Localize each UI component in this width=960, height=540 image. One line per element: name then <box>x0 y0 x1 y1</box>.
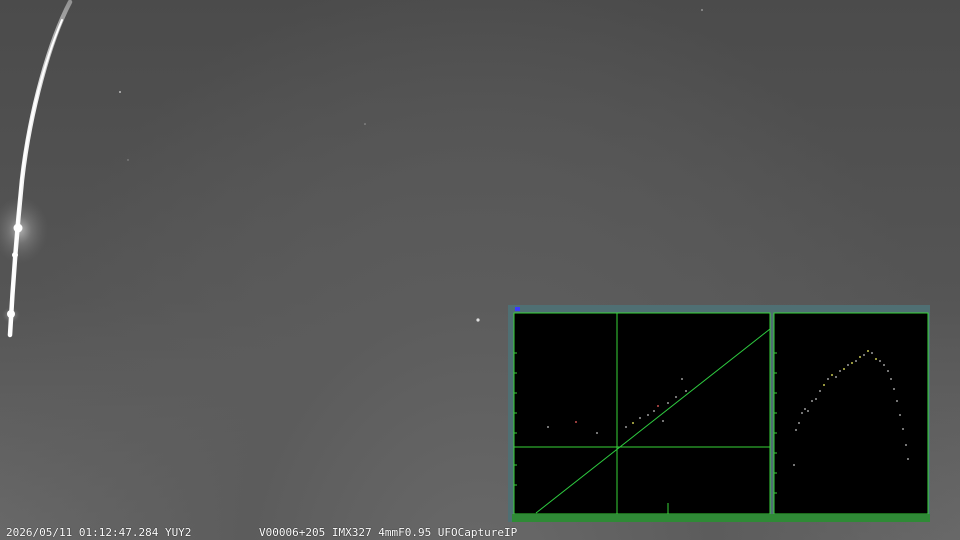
camera-info: V00006+205 IMX327 4mmF0.95 UFOCaptureIP <box>259 526 518 539</box>
meteor-trail <box>7 0 73 338</box>
star <box>476 318 480 322</box>
panel-marker <box>515 307 520 311</box>
panel-bottom-strip <box>512 514 930 522</box>
trajectory-plot-box <box>513 312 771 515</box>
meteor-flare <box>7 310 15 318</box>
analysis-graphics <box>512 307 930 522</box>
camera-frame: 2026/05/11 01:12:47.284 YUY2 V00006+205 … <box>0 0 960 540</box>
star <box>127 159 129 161</box>
capture-info-overlay: 2026/05/11 01:12:47.284 YUY2 V00006+205 … <box>0 522 960 540</box>
capture-timestamp: 2026/05/11 01:12:47.284 YUY2 <box>6 526 192 539</box>
meteor-glow <box>0 196 48 264</box>
detection-analysis-panel <box>508 305 930 522</box>
meteor-trail-core <box>9 19 63 331</box>
star <box>364 123 366 125</box>
star <box>701 9 703 11</box>
light-curve-box <box>773 312 929 515</box>
meteor-flare <box>13 223 23 233</box>
star <box>119 91 121 93</box>
meteor-flare <box>12 252 18 258</box>
